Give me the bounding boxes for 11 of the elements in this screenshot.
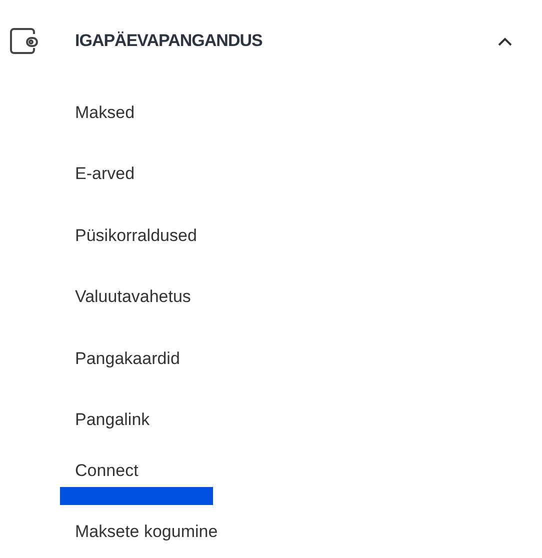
section-header[interactable]: IGAPÄEVAPANGANDUS bbox=[0, 0, 542, 82]
menu-item[interactable]: Pangalink bbox=[75, 410, 150, 430]
menu-item[interactable]: Püsikorraldused bbox=[75, 226, 197, 246]
menu-item[interactable]: Maksete kogumine bbox=[75, 522, 218, 542]
wallet-icon bbox=[10, 28, 38, 54]
menu-item[interactable]: Connect bbox=[75, 461, 138, 481]
menu-item[interactable]: E-arved bbox=[75, 164, 135, 184]
menu-item[interactable]: Pangakaardid bbox=[75, 348, 180, 369]
menu-item[interactable]: Maksed bbox=[75, 102, 135, 123]
chevron-up-icon bbox=[498, 36, 512, 46]
menu-item[interactable]: Valuutavahetus bbox=[75, 287, 191, 308]
